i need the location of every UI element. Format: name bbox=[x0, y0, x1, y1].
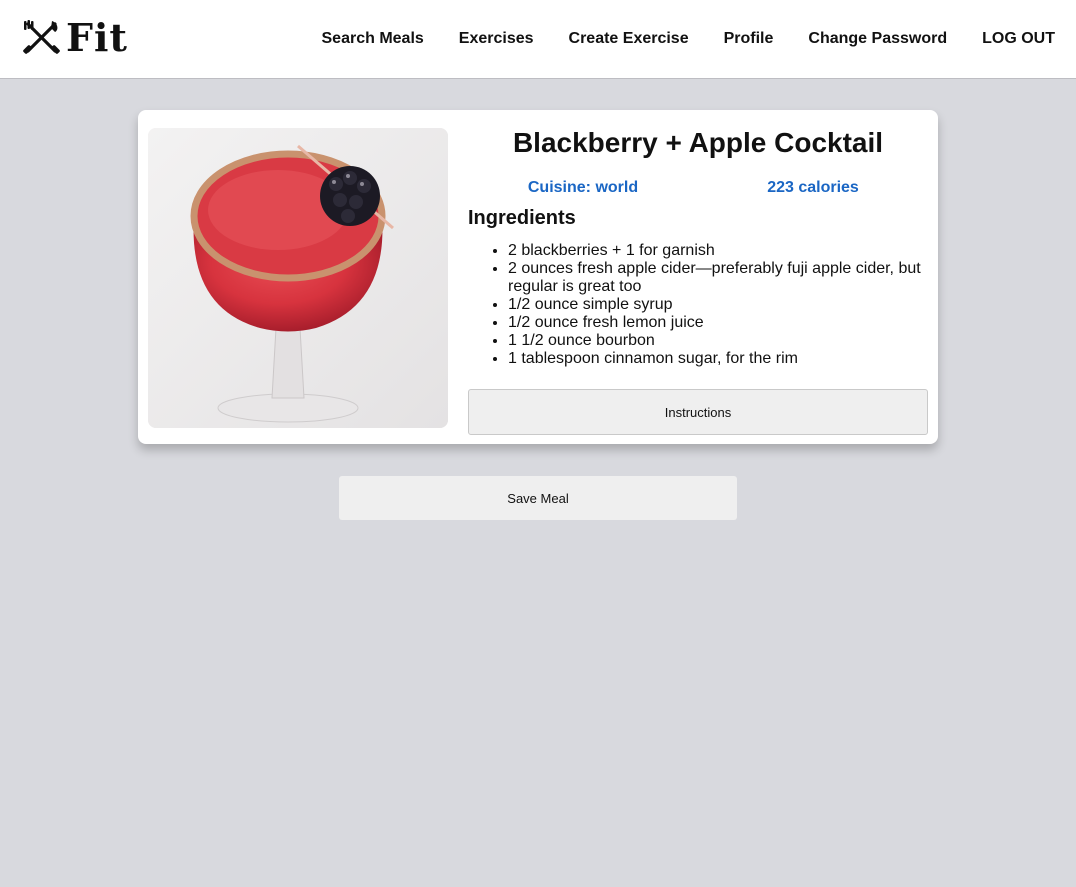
list-item: 1 1/2 ounce bourbon bbox=[508, 332, 928, 350]
app-logo[interactable]: Fit bbox=[22, 16, 128, 60]
nav-profile[interactable]: Profile bbox=[724, 28, 774, 50]
nav-log-out[interactable]: LOG OUT bbox=[982, 28, 1055, 50]
ingredients-heading: Ingredients bbox=[468, 207, 576, 229]
top-navbar: Fit Search Meals Exercises Create Exerci… bbox=[0, 0, 1076, 79]
main-nav: Search Meals Exercises Create Exercise P… bbox=[287, 28, 1056, 50]
instructions-button[interactable]: Instructions bbox=[468, 389, 928, 435]
meal-title: Blackberry + Apple Cocktail bbox=[512, 127, 884, 158]
nav-exercises[interactable]: Exercises bbox=[459, 28, 534, 50]
nav-change-password[interactable]: Change Password bbox=[808, 28, 947, 50]
meal-info: Blackberry + Apple Cocktail Cuisine: wor… bbox=[468, 126, 928, 368]
meal-meta: Cuisine: world 223 calories bbox=[468, 178, 928, 198]
logo-text: Fit bbox=[66, 15, 128, 60]
nav-create-exercise[interactable]: Create Exercise bbox=[569, 28, 689, 50]
calories-label: 223 calories bbox=[767, 179, 859, 196]
list-item: 1/2 ounce simple syrup bbox=[508, 296, 928, 314]
meal-card: Blackberry + Apple Cocktail Cuisine: wor… bbox=[138, 110, 938, 444]
ingredients-list: 2 blackberries + 1 for garnish 2 ounces … bbox=[468, 242, 928, 368]
fork-knife-dumbbell-icon bbox=[23, 20, 60, 54]
cuisine-label: Cuisine: world bbox=[527, 179, 639, 196]
meal-photo bbox=[148, 128, 448, 428]
list-item: 2 ounces fresh apple cider—preferably fu… bbox=[508, 260, 928, 296]
list-item: 2 blackberries + 1 for garnish bbox=[508, 242, 928, 260]
nav-search-meals[interactable]: Search Meals bbox=[322, 28, 424, 50]
save-meal-button[interactable]: Save Meal bbox=[339, 476, 737, 520]
list-item: 1 tablespoon cinnamon sugar, for the rim bbox=[508, 350, 928, 368]
list-item: 1/2 ounce fresh lemon juice bbox=[508, 314, 928, 332]
